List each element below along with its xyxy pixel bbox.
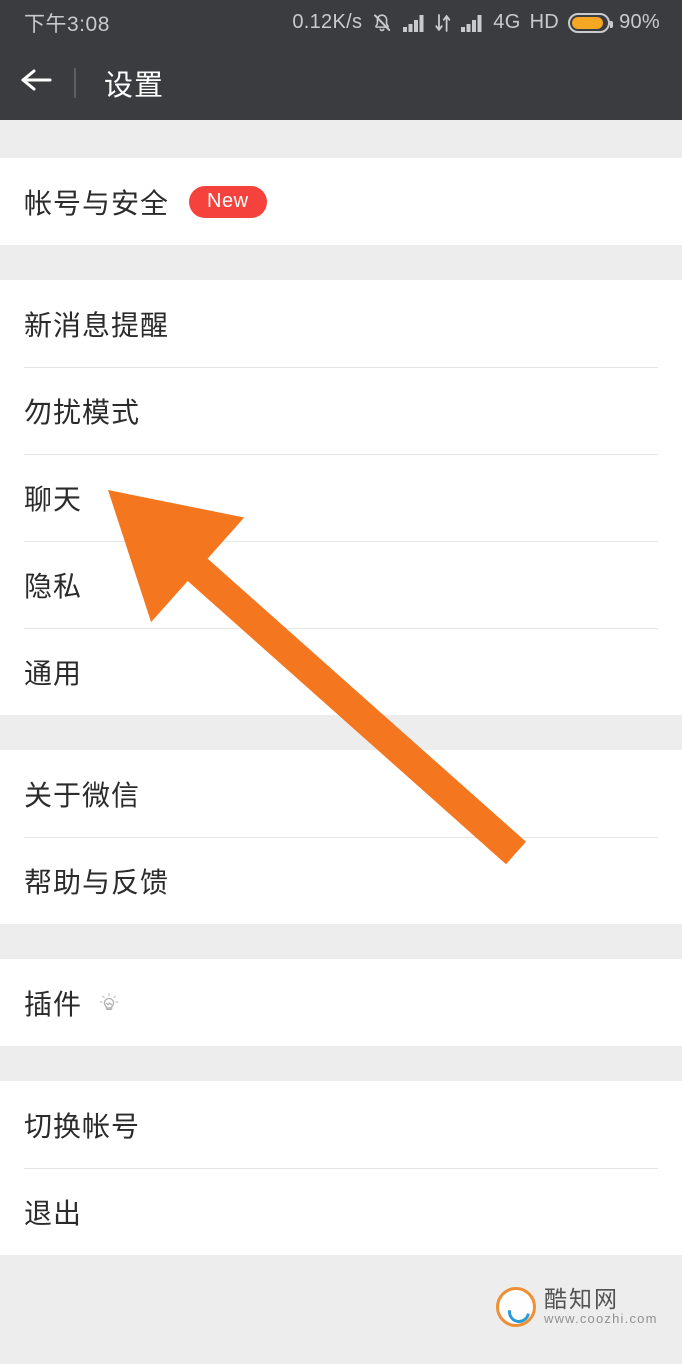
list-item-help-feedback[interactable]: 帮助与反馈 [0, 837, 682, 924]
section-gap-2 [0, 715, 682, 750]
section-plugins: 插件 [0, 959, 682, 1046]
coozhi-logo-icon [496, 1287, 536, 1327]
list-item-label: 退出 [24, 1197, 83, 1229]
status-badge: New [189, 185, 267, 218]
list-item-label: 勿扰模式 [24, 396, 141, 428]
battery-percent-label: 90% [619, 11, 660, 33]
lightbulb-icon [96, 990, 122, 1016]
network-speed-label: 0.12K/s [292, 11, 363, 33]
data-transfer-icon [435, 13, 451, 33]
list-item-label: 帮助与反馈 [24, 866, 170, 898]
status-icons: 0.12K/s 4G HD 90% [292, 11, 660, 34]
app-header: 设置 [0, 45, 682, 120]
header-divider [74, 67, 76, 98]
list-item-plugins[interactable]: 插件 [0, 959, 682, 1046]
list-item-logout[interactable]: 退出 [0, 1168, 682, 1255]
settings-list: 帐号与安全 New 新消息提醒 勿扰模式 聊天 隐私 通用 关于微信 帮助与反馈… [0, 120, 682, 1364]
watermark: 酷知网 www.coozhi.com [496, 1278, 662, 1336]
list-item-label: 帐号与安全 [24, 187, 170, 219]
list-item-chat[interactable]: 聊天 [0, 454, 682, 541]
section-about: 关于微信 帮助与反馈 [0, 750, 682, 924]
phone-screen: 下午3:08 0.12K/s 4G HD 90% 设置 帐号与安全 New 新消… [0, 0, 682, 1364]
list-item-label: 隐私 [24, 570, 83, 602]
back-arrow-icon [19, 65, 55, 100]
list-item-do-not-disturb[interactable]: 勿扰模式 [0, 367, 682, 454]
section-gap-3 [0, 924, 682, 959]
watermark-site-name: 酷知网 [544, 1286, 619, 1313]
section-account-actions: 切换帐号 退出 [0, 1081, 682, 1255]
list-item-label: 插件 [24, 988, 83, 1020]
list-item-new-message-notification[interactable]: 新消息提醒 [0, 280, 682, 367]
hd-label: HD [529, 11, 560, 33]
list-item-label: 切换帐号 [24, 1110, 141, 1142]
list-item-privacy[interactable]: 隐私 [0, 541, 682, 628]
watermark-text: 酷知网 www.coozhi.com [544, 1287, 658, 1327]
watermark-site-url: www.coozhi.com [544, 1311, 658, 1327]
list-item-general[interactable]: 通用 [0, 628, 682, 715]
section-gap-4 [0, 1046, 682, 1081]
section-notifications: 新消息提醒 勿扰模式 聊天 隐私 通用 [0, 280, 682, 715]
page-title: 设置 [104, 69, 165, 102]
list-item-switch-account[interactable]: 切换帐号 [0, 1081, 682, 1168]
status-bar: 下午3:08 0.12K/s 4G HD 90% [0, 0, 682, 45]
status-time: 下午3:08 [24, 12, 110, 36]
signal-bars-icon [402, 13, 426, 33]
network-type-label: 4G [493, 11, 521, 33]
back-button[interactable] [0, 45, 74, 120]
section-gap-top [0, 120, 682, 158]
list-item-label: 关于微信 [24, 779, 141, 811]
list-item-account-security[interactable]: 帐号与安全 New [0, 158, 682, 245]
battery-icon [568, 12, 614, 33]
bell-off-icon [371, 12, 393, 34]
list-item-label: 通用 [24, 657, 83, 689]
signal-bars-icon-2 [460, 13, 484, 33]
list-item-label: 新消息提醒 [24, 309, 170, 341]
list-item-label: 聊天 [24, 483, 83, 515]
list-item-about-wechat[interactable]: 关于微信 [0, 750, 682, 837]
section-gap-1 [0, 245, 682, 280]
section-account: 帐号与安全 New [0, 158, 682, 245]
